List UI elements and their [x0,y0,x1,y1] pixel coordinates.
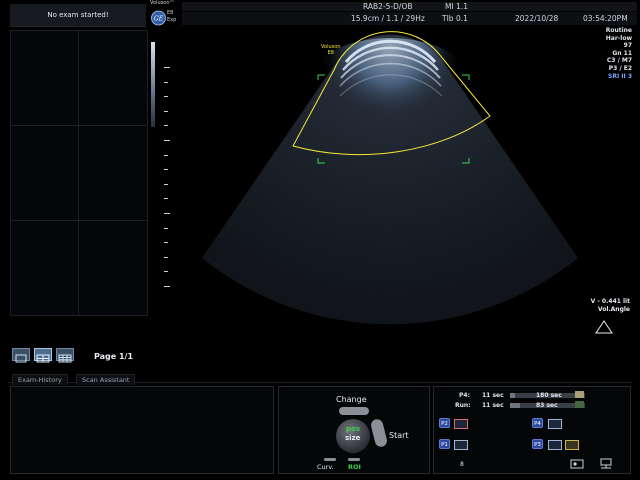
clip-storage-panel: P4: 11 sec 180 sec Run: 11 sec 83 sec P2… [433,386,631,474]
size-label: size [345,434,361,442]
roi-label-model: E8 [327,50,334,56]
printer-icon[interactable] [454,440,468,450]
exam-status-header: No exam started! [10,4,146,27]
layout-2x2-icon [36,354,50,363]
roi-key-icon[interactable] [348,458,360,461]
thumbnail-cell[interactable] [10,125,79,221]
clip-store-icon[interactable] [548,419,562,429]
start-key-icon[interactable] [369,417,389,449]
change-key-icon[interactable] [339,407,369,415]
clip-count: 8 [460,461,464,468]
time: 03:54:20PM [583,14,628,23]
patient-icon[interactable] [570,458,584,470]
layout-2x2-button[interactable] [34,348,52,363]
thumbnail-cell[interactable] [10,220,79,316]
p4-color-swatch [575,391,584,398]
brand-label: Voluson™ [150,0,175,6]
p4-time: 11 sec [482,392,504,399]
change-label[interactable]: Change [336,395,367,404]
layout-1x1-button[interactable] [12,348,30,363]
image-store-icon[interactable] [548,440,562,450]
roi-label: Voluson E8 [321,44,340,56]
tib-value: TIb 0.1 [442,14,468,23]
pos-label: pos [346,425,360,433]
run-progress-fill [510,403,520,408]
network-icon[interactable] [599,458,613,470]
tab-exam-history[interactable]: Exam-History [12,374,68,385]
probe-preset: RAB2-5-D/OB [363,2,413,11]
p1-key[interactable]: P1 [439,439,450,449]
print-clip-icon[interactable] [454,419,468,429]
p4-key[interactable]: P4 [532,418,543,428]
p4-total: 180 sec [536,392,562,399]
thumbnail-grid [10,30,148,342]
curv-label[interactable]: Curv. [317,463,334,471]
layout-3x3-button[interactable] [56,348,74,363]
roi-label-button[interactable]: ROI [348,463,361,471]
page-indicator: Page 1/1 [94,352,134,361]
tab-scan-assistant[interactable]: Scan Assistant [76,374,136,385]
exam-history-panel [10,386,274,474]
thumbnail-cell[interactable] [78,30,148,126]
depth-frequency: 15.9cm / 1.1 / 29Hz [351,14,425,23]
curv-key-icon[interactable] [324,458,336,461]
ultrasound-image[interactable] [150,26,630,336]
date: 2022/10/28 [515,14,559,23]
svg-text:GE: GE [154,16,164,23]
volume-angle-label: Vol.Angle [597,305,630,313]
run-time: 11 sec [482,402,504,409]
mail-icon[interactable] [565,440,579,450]
thumbnail-cell[interactable] [10,30,79,126]
trackball-control-panel: Change pos size Start Curv. ROI [278,386,430,474]
p3-key[interactable]: P3 [532,439,543,449]
model-variant: Exp [167,17,177,23]
layout-1x1-icon [15,354,27,363]
run-color-swatch [575,401,584,408]
volume-value: V - 0.441 lit [590,298,630,305]
volume-readout: V - 0.441 lit Vol.Angle [591,298,630,313]
run-total: 83 sec [536,402,558,409]
layout-3x3-icon [58,354,72,363]
p2-key[interactable]: P2 [439,418,450,428]
model-name: E8 [167,10,174,16]
p4-label: P4: [459,392,470,399]
mi-value: MI 1.1 [445,2,468,11]
model-label: E8 Exp [167,10,176,24]
triangle-icon [595,320,613,334]
run-label: Run: [455,402,471,409]
thumbnail-cell[interactable] [78,220,148,316]
start-label[interactable]: Start [389,431,409,440]
p4-progress-fill [510,393,515,398]
thumbnail-cell[interactable] [78,125,148,221]
